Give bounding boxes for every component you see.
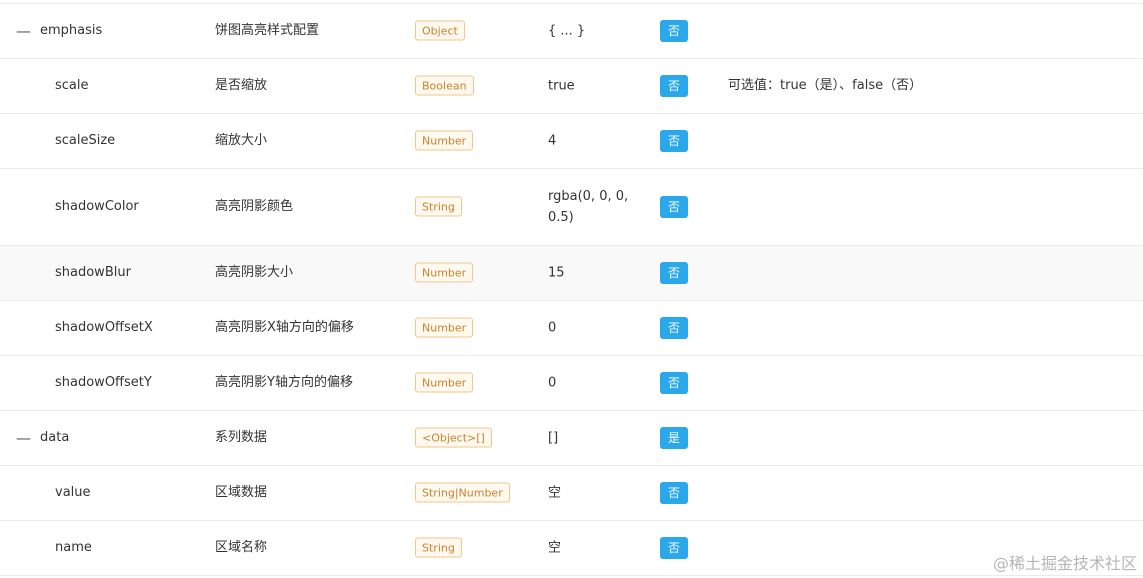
prop-type: String|Number xyxy=(415,482,510,504)
prop-default: 0 xyxy=(548,375,557,391)
collapse-toggle-icon[interactable]: — xyxy=(16,21,31,41)
required-badge: 否 xyxy=(660,130,688,152)
prop-default: 15 xyxy=(548,265,565,281)
table-row: scaleSize 缩放大小 Number 4 否 xyxy=(0,114,1143,169)
prop-default: 0 xyxy=(548,320,557,336)
prop-default: 空 xyxy=(548,540,562,556)
required-badge: 否 xyxy=(660,372,688,394)
prop-desc: 高亮阴影大小 xyxy=(215,265,294,280)
collapse-toggle-icon[interactable]: — xyxy=(16,428,31,448)
required-badge: 否 xyxy=(660,196,688,218)
table-row: shadowOffsetX 高亮阴影X轴方向的偏移 Number 0 否 xyxy=(0,301,1143,356)
prop-default: true xyxy=(548,78,575,94)
prop-desc: 系列数据 xyxy=(215,430,268,445)
required-badge: 是 xyxy=(660,427,688,449)
prop-desc: 饼图高亮样式配置 xyxy=(215,23,320,38)
required-badge: 否 xyxy=(660,317,688,339)
type-tag: Boolean xyxy=(415,75,474,96)
prop-type: Number xyxy=(415,317,474,339)
prop-default: 空 xyxy=(548,485,562,501)
type-tag: String xyxy=(415,196,462,217)
table-row: scale 是否缩放 Boolean true 否 可选值：true（是）、fa… xyxy=(0,59,1143,114)
prop-type: Number xyxy=(415,262,474,284)
prop-type: String xyxy=(415,537,462,559)
prop-required: 否 xyxy=(660,196,688,218)
prop-note: 可选值：true（是）、false（否） xyxy=(728,78,923,93)
required-badge: 否 xyxy=(660,20,688,42)
prop-desc: 高亮阴影X轴方向的偏移 xyxy=(215,320,354,335)
prop-desc: 是否缩放 xyxy=(215,78,268,93)
prop-name: value xyxy=(55,485,91,500)
prop-required: 否 xyxy=(660,262,688,284)
prop-name: shadowColor xyxy=(55,199,139,214)
prop-type: Number xyxy=(415,372,474,394)
prop-required: 否 xyxy=(660,372,688,394)
required-badge: 否 xyxy=(660,537,688,559)
prop-name: shadowOffsetX xyxy=(55,320,153,335)
required-badge: 否 xyxy=(660,75,688,97)
type-tag: Object xyxy=(415,20,465,41)
type-tag: String|Number xyxy=(415,482,510,503)
prop-name: name xyxy=(55,540,92,555)
prop-required: 否 xyxy=(660,75,688,97)
prop-type: Boolean xyxy=(415,75,474,97)
prop-default: { ... } xyxy=(548,23,586,39)
prop-desc: 区域名称 xyxy=(215,540,268,555)
table-row: — data 系列数据 <Object>[] [] 是 xyxy=(0,411,1143,466)
prop-type: Number xyxy=(415,130,474,152)
prop-type: <Object>[] xyxy=(415,427,492,449)
prop-desc: 高亮阴影Y轴方向的偏移 xyxy=(215,375,353,390)
required-badge: 否 xyxy=(660,482,688,504)
table-row: shadowColor 高亮阴影颜色 String rgba(0, 0, 0, … xyxy=(0,169,1143,246)
prop-desc: 缩放大小 xyxy=(215,133,268,148)
prop-desc: 高亮阴影颜色 xyxy=(215,199,294,214)
type-tag: Number xyxy=(415,317,474,338)
prop-default: rgba(0, 0, 0, 0.5) xyxy=(548,189,629,225)
prop-default: 4 xyxy=(548,133,557,149)
props-table: — emphasis 饼图高亮样式配置 Object { ... } 否 sca… xyxy=(0,4,1143,576)
watermark: @稀土掘金技术社区 xyxy=(992,554,1137,573)
table-row: — emphasis 饼图高亮样式配置 Object { ... } 否 xyxy=(0,4,1143,59)
prop-name: shadowOffsetY xyxy=(55,375,152,390)
table-row: name 区域名称 String 空 否 xyxy=(0,521,1143,576)
prop-required: 否 xyxy=(660,20,688,42)
prop-type: String xyxy=(415,196,462,218)
type-tag: String xyxy=(415,537,462,558)
type-tag: Number xyxy=(415,262,474,283)
type-tag: Number xyxy=(415,130,474,151)
prop-default: [] xyxy=(548,430,559,446)
prop-name: scale xyxy=(55,78,89,93)
prop-name: scaleSize xyxy=(55,133,116,148)
prop-name: data xyxy=(40,430,70,445)
prop-name: shadowBlur xyxy=(55,265,131,280)
prop-required: 否 xyxy=(660,482,688,504)
prop-required: 否 xyxy=(660,130,688,152)
table-row: shadowBlur 高亮阴影大小 Number 15 否 xyxy=(0,246,1143,301)
prop-type: Object xyxy=(415,20,465,42)
table-row: shadowOffsetY 高亮阴影Y轴方向的偏移 Number 0 否 xyxy=(0,356,1143,411)
type-tag: <Object>[] xyxy=(415,427,492,448)
prop-required: 否 xyxy=(660,317,688,339)
prop-required: 是 xyxy=(660,427,688,449)
table-row: value 区域数据 String|Number 空 否 xyxy=(0,466,1143,521)
prop-desc: 区域数据 xyxy=(215,485,268,500)
prop-required: 否 xyxy=(660,537,688,559)
prop-name: emphasis xyxy=(40,23,103,38)
required-badge: 否 xyxy=(660,262,688,284)
type-tag: Number xyxy=(415,372,474,393)
